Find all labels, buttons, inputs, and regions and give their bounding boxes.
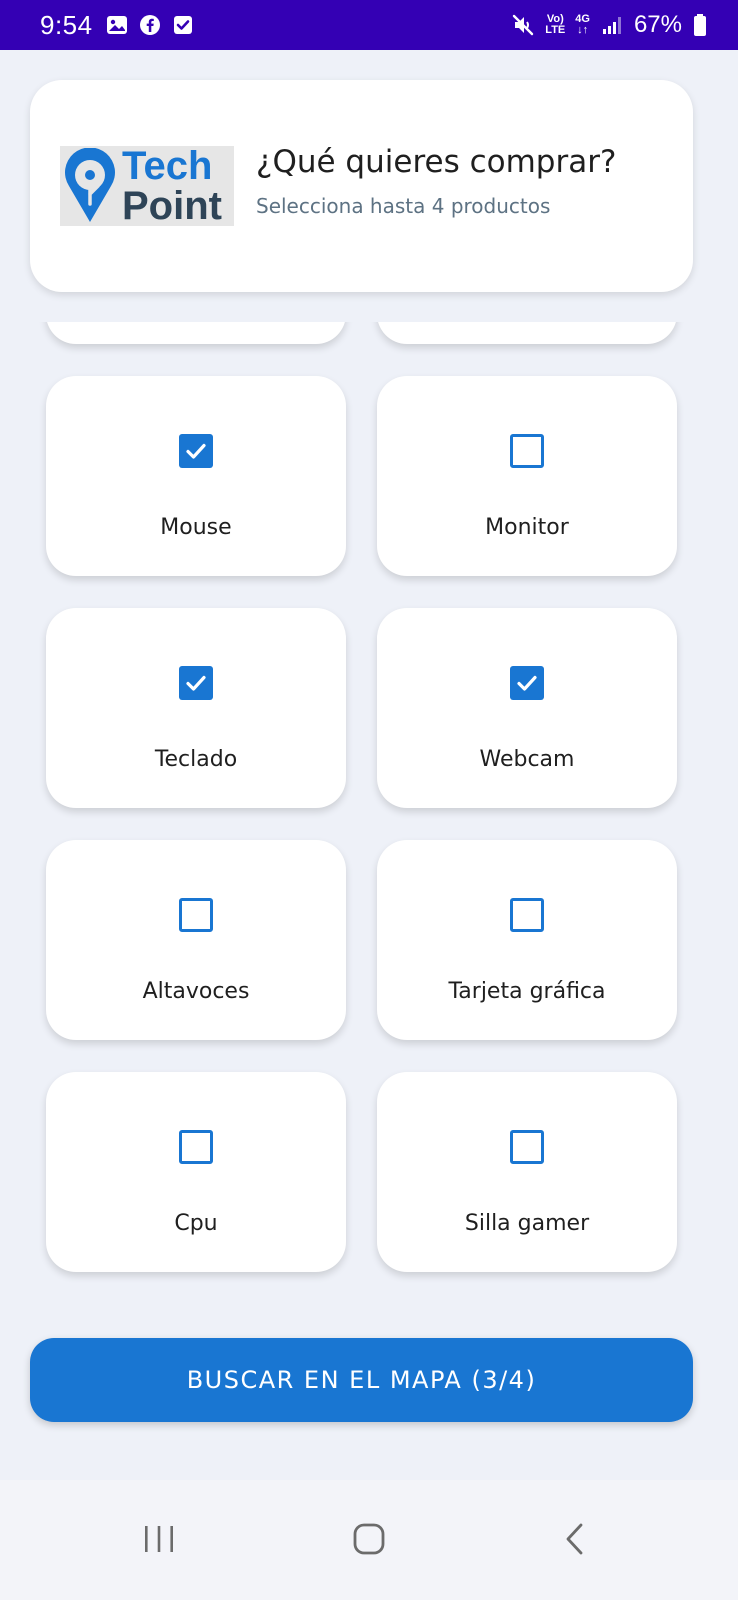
back-icon[interactable] bbox=[550, 1514, 600, 1564]
product-label: Monitor bbox=[485, 515, 569, 540]
logo-tech: Tech bbox=[122, 144, 213, 188]
status-left: 9:54 bbox=[40, 10, 204, 41]
product-label: Webcam bbox=[479, 747, 575, 772]
product-label: Teclado bbox=[154, 747, 238, 772]
product-label: Cpu bbox=[174, 1211, 218, 1236]
product-card-cpu[interactable]: Cpu bbox=[46, 1072, 346, 1272]
battery-percent: 67% bbox=[633, 11, 682, 38]
search-map-button-label: BUSCAR EN EL MAPA (3/4) bbox=[186, 1366, 537, 1394]
page-subtitle: Selecciona hasta 4 productos bbox=[256, 194, 551, 218]
altavoces-checkbox[interactable] bbox=[179, 898, 213, 932]
tarjeta-grafica-checkbox[interactable] bbox=[510, 898, 544, 932]
product-card-teclado[interactable]: Teclado bbox=[46, 608, 346, 808]
product-card-mouse[interactable]: Mouse bbox=[46, 376, 346, 576]
gallery-icon bbox=[105, 13, 129, 37]
product-card-partial-right[interactable] bbox=[377, 322, 677, 344]
webcam-checkbox[interactable] bbox=[510, 666, 544, 700]
mute-icon bbox=[511, 13, 535, 37]
network-type-indicator: 4G ↓↑ bbox=[575, 14, 590, 36]
page-title: ¿Qué quieres comprar? bbox=[256, 144, 617, 180]
techpoint-logo: Tech Point bbox=[60, 146, 234, 226]
product-card-webcam[interactable]: Webcam bbox=[377, 608, 677, 808]
product-card-monitor[interactable]: Monitor bbox=[377, 376, 677, 576]
logo-text: Tech Point bbox=[122, 146, 222, 226]
header-card: Tech Point ¿Qué quieres comprar? Selecci… bbox=[30, 80, 693, 292]
data-arrows-icon: ↓↑ bbox=[577, 24, 589, 36]
product-grid[interactable]: Mouse Monitor Teclado Webcam Altavoces T… bbox=[0, 322, 738, 1322]
checkmark-icon bbox=[186, 443, 206, 459]
cpu-checkbox[interactable] bbox=[179, 1130, 213, 1164]
status-bar: 9:54 Vo) LTE 4G ↓↑ 67% bbox=[0, 0, 738, 50]
signal-icon bbox=[600, 13, 624, 37]
home-icon[interactable] bbox=[344, 1514, 394, 1564]
header-texts: ¿Qué quieres comprar? Selecciona hasta 4… bbox=[256, 144, 616, 218]
product-card-silla-gamer[interactable]: Silla gamer bbox=[377, 1072, 677, 1272]
facebook-icon bbox=[138, 13, 162, 37]
checkbox-notification-icon bbox=[171, 13, 195, 37]
status-time: 9:54 bbox=[40, 9, 93, 40]
location-pin-icon bbox=[60, 146, 120, 226]
product-label: Silla gamer bbox=[464, 1211, 590, 1236]
product-label: Altavoces bbox=[142, 979, 250, 1004]
product-label: Mouse bbox=[160, 515, 232, 540]
volte-indicator: Vo) LTE bbox=[545, 14, 565, 36]
navigation-bar bbox=[0, 1480, 738, 1600]
teclado-checkbox[interactable] bbox=[179, 666, 213, 700]
product-label: Tarjeta gráfica bbox=[448, 979, 606, 1004]
recent-apps-icon[interactable] bbox=[134, 1514, 184, 1564]
search-map-button[interactable]: BUSCAR EN EL MAPA (3/4) bbox=[30, 1338, 693, 1422]
logo-point: Point bbox=[122, 184, 222, 228]
volte-bottom: LTE bbox=[545, 24, 566, 36]
product-card-partial-left[interactable] bbox=[46, 322, 346, 344]
mouse-checkbox[interactable] bbox=[179, 434, 213, 468]
product-card-tarjeta-grafica[interactable]: Tarjeta gráfica bbox=[377, 840, 677, 1040]
checkmark-icon bbox=[517, 675, 537, 691]
product-card-altavoces[interactable]: Altavoces bbox=[46, 840, 346, 1040]
battery-icon bbox=[688, 13, 712, 37]
checkmark-icon bbox=[186, 675, 206, 691]
status-right: Vo) LTE 4G ↓↑ 67% bbox=[511, 11, 712, 39]
silla-gamer-checkbox[interactable] bbox=[510, 1130, 544, 1164]
monitor-checkbox[interactable] bbox=[510, 434, 544, 468]
